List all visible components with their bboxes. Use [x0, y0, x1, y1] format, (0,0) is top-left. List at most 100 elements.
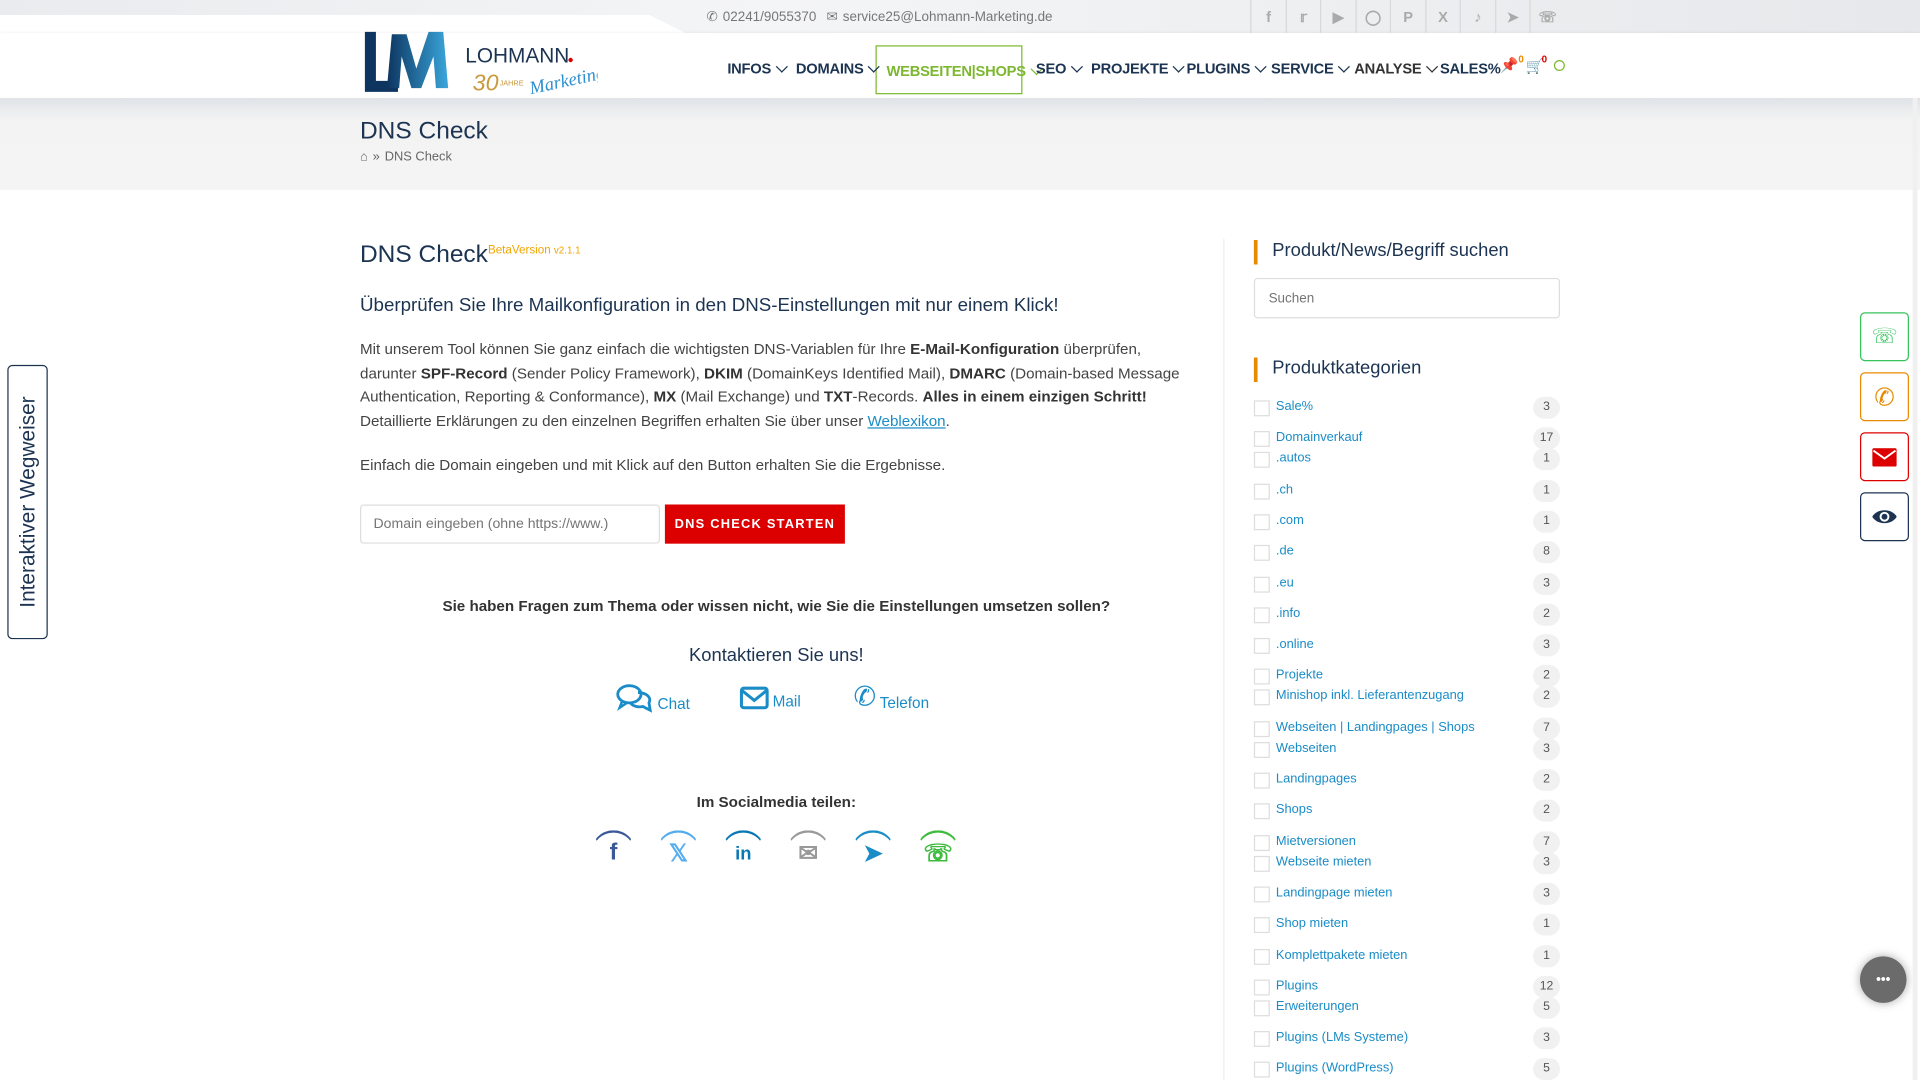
nav-item-webseiten-shops[interactable]: WEBSEITEN|SHOPS	[887, 62, 1043, 80]
category-label[interactable]: Plugins (LMs Systeme)	[1276, 1030, 1408, 1045]
share-x-button[interactable]: 𝕏	[656, 830, 701, 874]
share-facebook-button[interactable]: f	[591, 830, 636, 874]
social-link-instagram[interactable]: ◯	[1354, 0, 1391, 34]
category-label[interactable]: Landingpages	[1276, 771, 1357, 786]
category-checkbox[interactable]	[1253, 803, 1270, 820]
category-checkbox[interactable]	[1253, 638, 1270, 654]
category-label[interactable]: .autos	[1276, 451, 1311, 466]
category-item[interactable]: .eu 3	[1253, 572, 1561, 596]
category-label[interactable]: .com	[1276, 513, 1304, 528]
nav-item-projekte[interactable]: PROJEKTE	[1091, 60, 1185, 77]
category-checkbox[interactable]	[1253, 855, 1270, 872]
sidebar-search-input[interactable]	[1253, 277, 1561, 319]
category-item[interactable]: Mietversionen 7	[1253, 830, 1561, 854]
whatsapp-button[interactable]: ☏	[1860, 312, 1909, 362]
category-item[interactable]: Erweiterungen 5	[1253, 996, 1561, 1020]
logo[interactable]: LOHMANN 30 JAHRE Marketing	[362, 27, 607, 98]
share-linkedin-button[interactable]: in	[721, 830, 766, 874]
contact-phone-link[interactable]: ✆ Telefon	[853, 681, 929, 711]
category-item[interactable]: .online 3	[1253, 634, 1561, 658]
category-checkbox[interactable]	[1253, 514, 1270, 531]
category-label[interactable]: .eu	[1276, 575, 1294, 590]
category-label[interactable]: Projekte	[1276, 668, 1323, 683]
category-checkbox[interactable]	[1253, 400, 1270, 417]
search-icon[interactable]	[1553, 60, 1565, 72]
category-item[interactable]: Plugins 12	[1253, 975, 1561, 999]
category-item[interactable]: Plugins (WordPress) 5	[1253, 1058, 1561, 1080]
nav-item-service[interactable]: SERVICE	[1271, 60, 1351, 77]
category-label[interactable]: Sale%	[1276, 399, 1313, 414]
nav-item-seo[interactable]: SEO	[1036, 60, 1083, 77]
category-item[interactable]: Domainverkauf 17	[1253, 427, 1561, 451]
category-label[interactable]: Mietversionen	[1276, 833, 1356, 848]
email-button[interactable]	[1860, 432, 1909, 482]
category-label[interactable]: Shop mieten	[1276, 916, 1348, 931]
social-link-whatsapp[interactable]: ☏	[1529, 0, 1565, 34]
category-item[interactable]: Sale% 3	[1253, 396, 1561, 420]
category-item[interactable]: Webseiten 3	[1253, 737, 1561, 761]
category-label[interactable]: Webseiten | Landingpages | Shops	[1276, 720, 1475, 735]
domain-input[interactable]	[360, 504, 661, 544]
wegweiser-tab[interactable]: Interaktiver Wegweiser	[7, 364, 48, 640]
category-checkbox[interactable]	[1253, 452, 1270, 469]
category-item[interactable]: .autos 1	[1253, 448, 1561, 472]
category-label[interactable]: .info	[1276, 606, 1300, 621]
category-checkbox[interactable]	[1253, 741, 1270, 758]
social-link-facebook[interactable]: f	[1250, 0, 1286, 34]
social-link-xing[interactable]: X	[1424, 0, 1461, 34]
pin-icon[interactable]: 📌	[1500, 56, 1518, 73]
share-email-button[interactable]: ✉	[786, 830, 831, 874]
category-checkbox[interactable]	[1253, 886, 1270, 903]
category-item[interactable]: Landingpages 2	[1253, 768, 1561, 792]
category-checkbox[interactable]	[1253, 979, 1270, 996]
category-item[interactable]: Webseiten | Landingpages | Shops 7	[1253, 717, 1561, 741]
category-item[interactable]: Webseite mieten 3	[1253, 851, 1561, 875]
category-checkbox[interactable]	[1253, 607, 1270, 624]
category-checkbox[interactable]	[1253, 772, 1270, 789]
category-item[interactable]: Plugins (LMs Systeme) 3	[1253, 1027, 1561, 1051]
category-label[interactable]: Plugins (WordPress)	[1276, 1061, 1394, 1076]
category-label[interactable]: Webseiten	[1276, 740, 1337, 755]
share-telegram-button[interactable]: ➤	[851, 830, 896, 874]
nav-item-plugins[interactable]: PLUGINS	[1187, 60, 1268, 77]
category-checkbox[interactable]	[1253, 720, 1270, 737]
category-item[interactable]: Landingpage mieten 3	[1253, 882, 1561, 906]
share-whatsapp-button[interactable]: ☏	[915, 830, 961, 874]
social-link-tiktok[interactable]: ♪	[1459, 0, 1496, 34]
category-item[interactable]: .de 8	[1253, 541, 1561, 565]
nav-item-domains[interactable]: DOMAINS	[796, 60, 881, 77]
category-label[interactable]: Plugins	[1276, 978, 1318, 993]
contact-chat-link[interactable]: Chat	[616, 683, 690, 713]
dns-check-button[interactable]: DNS CHECK STARTEN	[664, 504, 845, 544]
category-item[interactable]: .com 1	[1253, 510, 1561, 534]
weblexikon-link[interactable]: Weblexikon	[867, 413, 945, 430]
nav-item-analyse[interactable]: ANALYSE	[1354, 60, 1438, 77]
social-link-pinterest[interactable]: P	[1389, 0, 1426, 34]
scrollbar[interactable]	[1912, 97, 1918, 1080]
category-label[interactable]: Minishop inkl. Lieferantenzugang	[1276, 689, 1464, 704]
category-checkbox[interactable]	[1253, 834, 1270, 851]
category-label[interactable]: Shops	[1276, 802, 1312, 817]
category-item[interactable]: Shop mieten 1	[1253, 913, 1561, 937]
category-item[interactable]: .ch 1	[1253, 479, 1561, 503]
category-checkbox[interactable]	[1253, 431, 1270, 448]
category-label[interactable]: Landingpage mieten	[1276, 885, 1393, 900]
category-checkbox[interactable]	[1253, 948, 1270, 965]
category-checkbox[interactable]	[1253, 1000, 1270, 1017]
top-email-link[interactable]: ✉ service25@Lohmann-Marketing.de	[827, 9, 1053, 24]
category-checkbox[interactable]	[1253, 576, 1270, 593]
view-button[interactable]	[1860, 492, 1909, 542]
category-item[interactable]: Komplettpakete mieten 1	[1253, 944, 1561, 968]
category-label[interactable]: Webseite mieten	[1276, 854, 1372, 869]
category-label[interactable]: .online	[1276, 637, 1314, 652]
category-label[interactable]: .ch	[1276, 482, 1293, 497]
category-item[interactable]: Shops 2	[1253, 799, 1561, 823]
category-checkbox[interactable]	[1253, 483, 1270, 500]
social-link-youtube[interactable]: ▶	[1320, 0, 1356, 34]
top-phone-link[interactable]: ✆ 02241/9055370	[707, 9, 817, 24]
category-item[interactable]: .info 2	[1253, 603, 1561, 627]
social-link-telegram[interactable]: ➤	[1494, 0, 1530, 34]
category-item[interactable]: Projekte 2	[1253, 665, 1561, 689]
phone-button[interactable]: ✆	[1860, 372, 1909, 422]
category-checkbox[interactable]	[1253, 1062, 1270, 1079]
